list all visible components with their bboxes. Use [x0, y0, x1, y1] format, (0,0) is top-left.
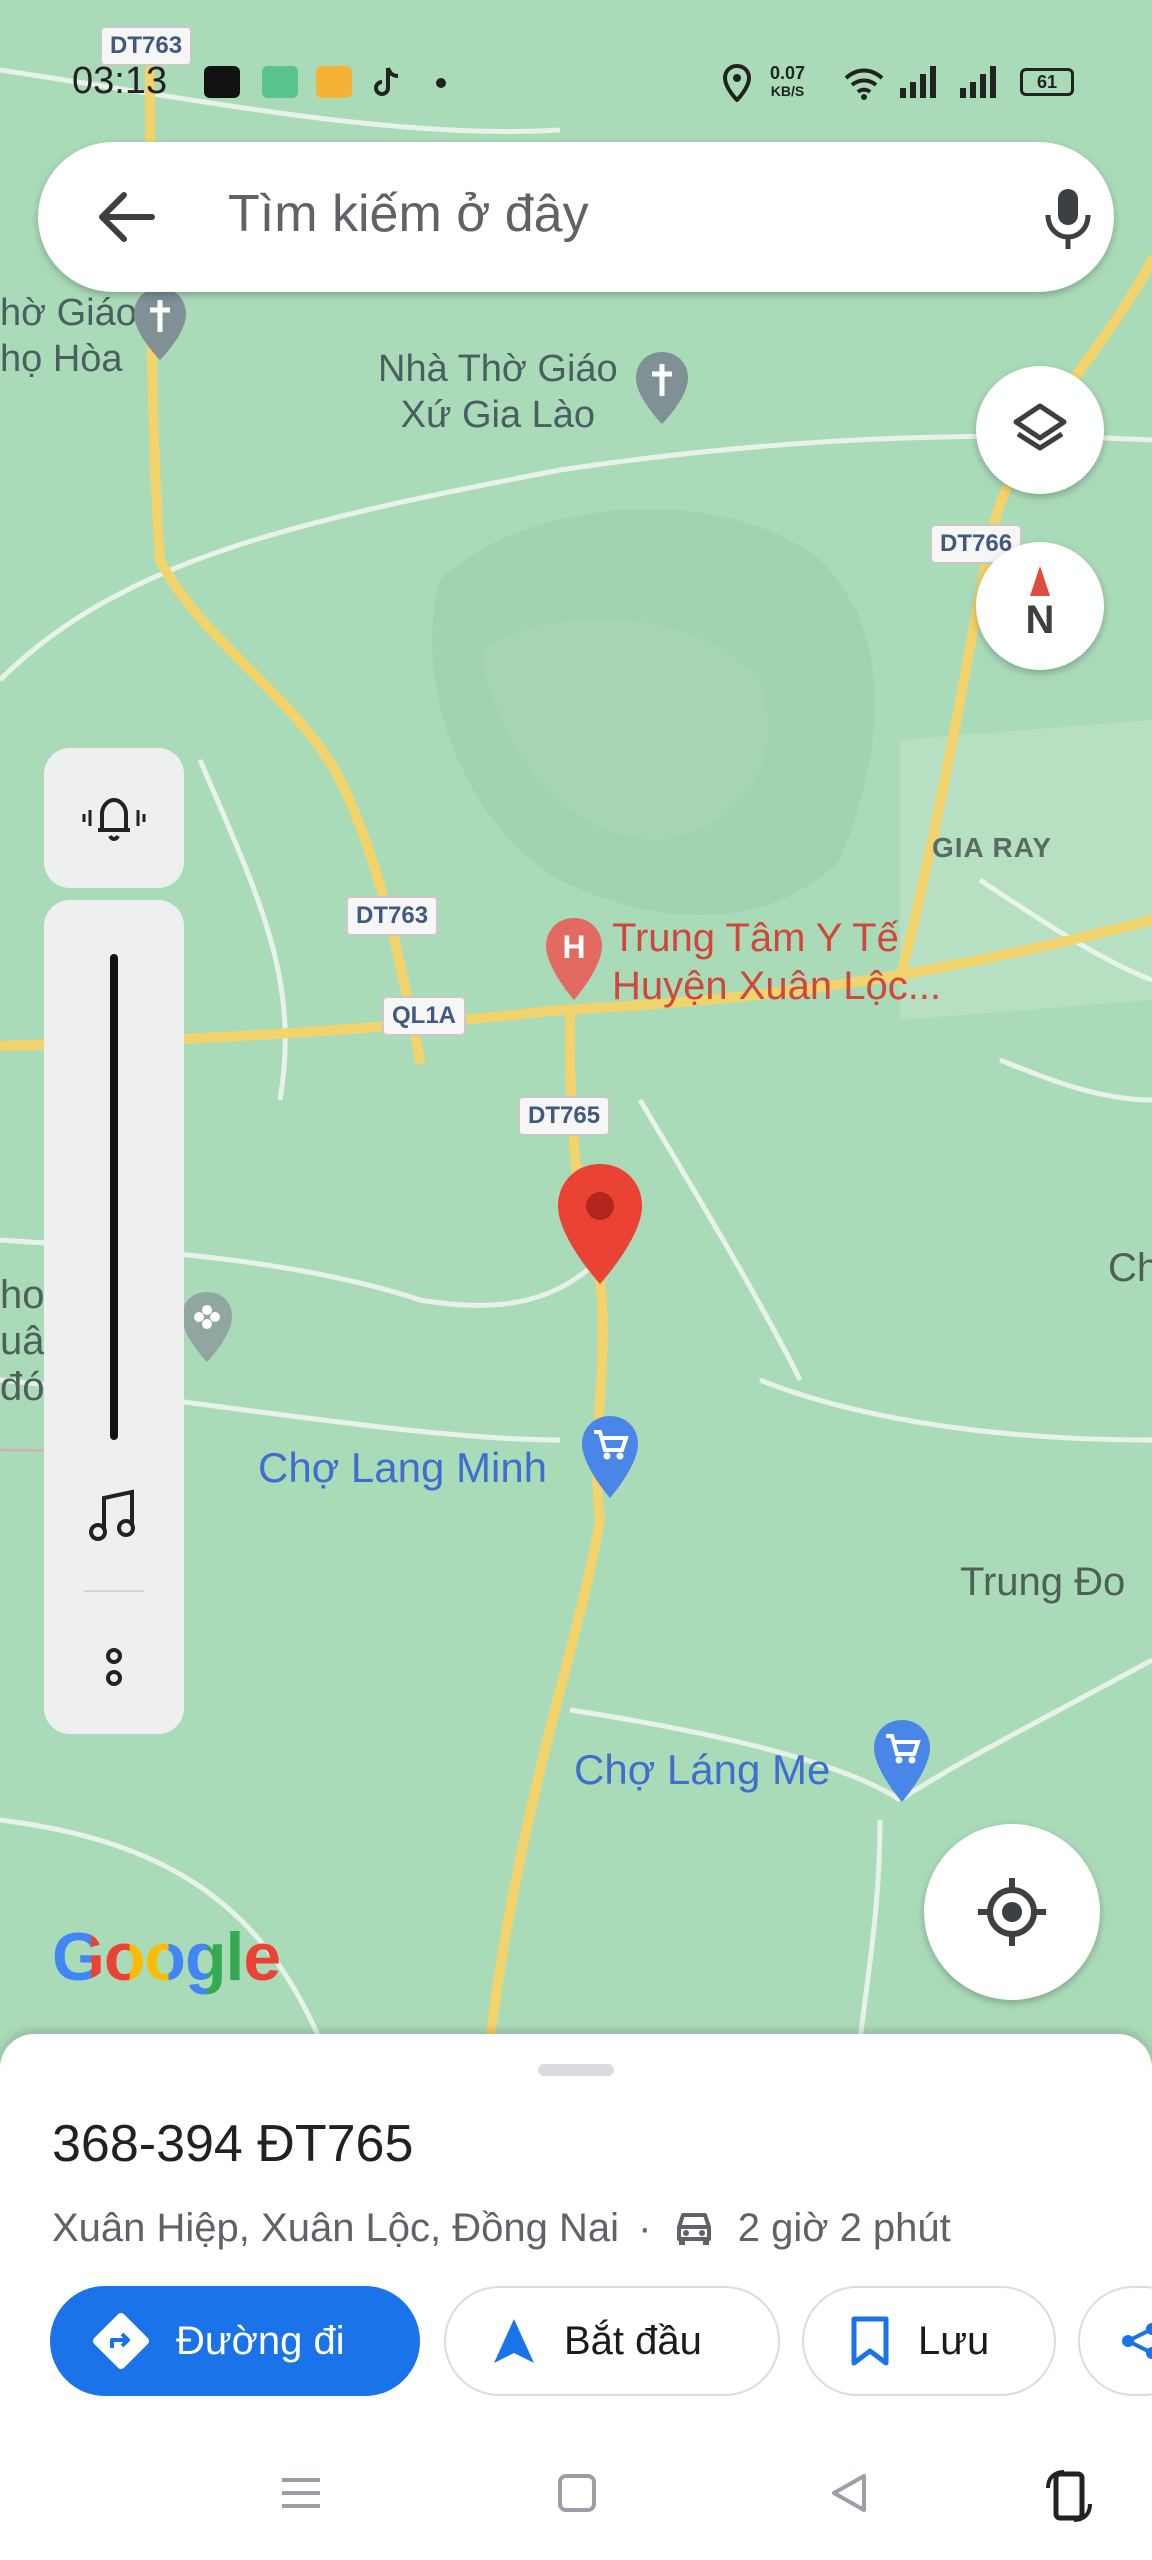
start-label: Bắt đầu [564, 2318, 702, 2363]
shopping-cart-pin-icon[interactable] [580, 1414, 640, 1500]
layers-button[interactable] [976, 366, 1104, 494]
status-time: 03:13 [72, 60, 168, 102]
microphone-icon[interactable] [1028, 177, 1108, 257]
market-label-lang-me[interactable]: Chợ Láng Me [574, 1746, 830, 1794]
start-button[interactable]: Bắt đầu [444, 2286, 780, 2396]
place-title: 368-394 ĐT765 [52, 2115, 414, 2173]
music-note-icon [89, 1489, 135, 1541]
recent-apps-icon[interactable] [276, 2468, 326, 2518]
church-label-gia-lao[interactable]: Nhà Thờ Giáo Xứ Gia Lào [378, 346, 618, 438]
volume-slider[interactable] [110, 954, 118, 1440]
navigation-arrow-icon [494, 2319, 534, 2363]
hospital-pin-icon[interactable]: H [544, 916, 604, 1002]
share-icon [1122, 2323, 1152, 2359]
status-bar: 03:13 0.07 KB/S 61 [0, 40, 1152, 120]
church-label[interactable]: hờ Giáo họ Hòa [0, 290, 137, 382]
car-icon [676, 2213, 711, 2245]
place-subtitle: Xuân Hiệp, Xuân Lộc, Đồng Nai · 2 giờ 2 … [52, 2206, 951, 2251]
directions-icon [92, 2312, 150, 2370]
compass-needle-icon [1030, 566, 1050, 596]
location-marker-icon[interactable] [552, 1160, 648, 1288]
partial-label-trung-do: Trung Đo [960, 1560, 1126, 1604]
rotate-screen-icon[interactable] [1044, 2468, 1094, 2524]
compass-label: N [1025, 598, 1055, 642]
church-pin-icon[interactable] [132, 286, 188, 362]
network-speed: 0.07 KB/S [770, 63, 806, 99]
app-notification-icon [262, 66, 298, 98]
tiktok-icon [374, 67, 399, 96]
more-options-icon[interactable] [96, 1644, 132, 1694]
ringer-mode-button[interactable] [44, 748, 184, 888]
market-label-lang-minh[interactable]: Chợ Lang Minh [258, 1444, 547, 1492]
hospital-label[interactable]: Trung Tâm Y Tế Huyện Xuân Lộc... [612, 914, 941, 1010]
location-icon [722, 64, 752, 102]
wifi-icon [844, 68, 884, 100]
divider [84, 1590, 144, 1592]
church-pin-icon[interactable] [634, 350, 690, 426]
sheet-drag-handle[interactable] [538, 2064, 614, 2076]
road-shield: QL1A [382, 996, 467, 1036]
layers-icon [1013, 403, 1067, 451]
shopping-cart-pin-icon[interactable] [872, 1718, 932, 1804]
place-address: Xuân Hiệp, Xuân Lộc, Đồng Nai [52, 2206, 620, 2250]
battery-indicator: 61 [1020, 68, 1074, 96]
town-label-gia-ray: GIA RAY [932, 832, 1053, 863]
search-bar[interactable]: Tìm kiếm ở đây [38, 142, 1114, 292]
road-shield: DT765 [518, 1096, 611, 1136]
home-icon[interactable] [552, 2468, 602, 2518]
separator: · [638, 2206, 652, 2250]
zalo-icon [204, 66, 240, 98]
share-button[interactable] [1078, 2286, 1152, 2396]
signal-icon [960, 66, 996, 98]
back-icon[interactable] [824, 2468, 874, 2518]
directions-button[interactable]: Đường đi [50, 2286, 420, 2396]
partial-label-left: ho uâ đó [0, 1273, 45, 1409]
svg-text:H: H [562, 929, 585, 965]
partial-label-right: Ch [1108, 1246, 1152, 1290]
more-notifications-icon [436, 78, 446, 88]
signal-icon [900, 66, 936, 98]
road-shield: DT763 [346, 896, 439, 936]
app-notification-icon [316, 66, 352, 98]
back-arrow-icon[interactable] [90, 180, 164, 254]
save-button[interactable]: Lưu [802, 2286, 1056, 2396]
google-logo: Google [52, 1919, 281, 1995]
directions-label: Đường đi [176, 2318, 345, 2363]
travel-time: 2 giờ 2 phút [737, 2206, 951, 2250]
search-input[interactable]: Tìm kiếm ở đây [228, 184, 589, 244]
compass-button[interactable]: N [976, 542, 1104, 670]
bell-vibrate-icon [82, 798, 146, 841]
system-navigation-bar [0, 2440, 1152, 2560]
crosshair-icon [978, 1878, 1046, 1946]
flower-pin-icon[interactable] [180, 1290, 234, 1364]
save-label: Lưu [918, 2318, 990, 2363]
bookmark-icon [851, 2316, 889, 2366]
my-location-button[interactable] [924, 1824, 1100, 2000]
volume-slider-panel[interactable] [44, 900, 184, 1734]
